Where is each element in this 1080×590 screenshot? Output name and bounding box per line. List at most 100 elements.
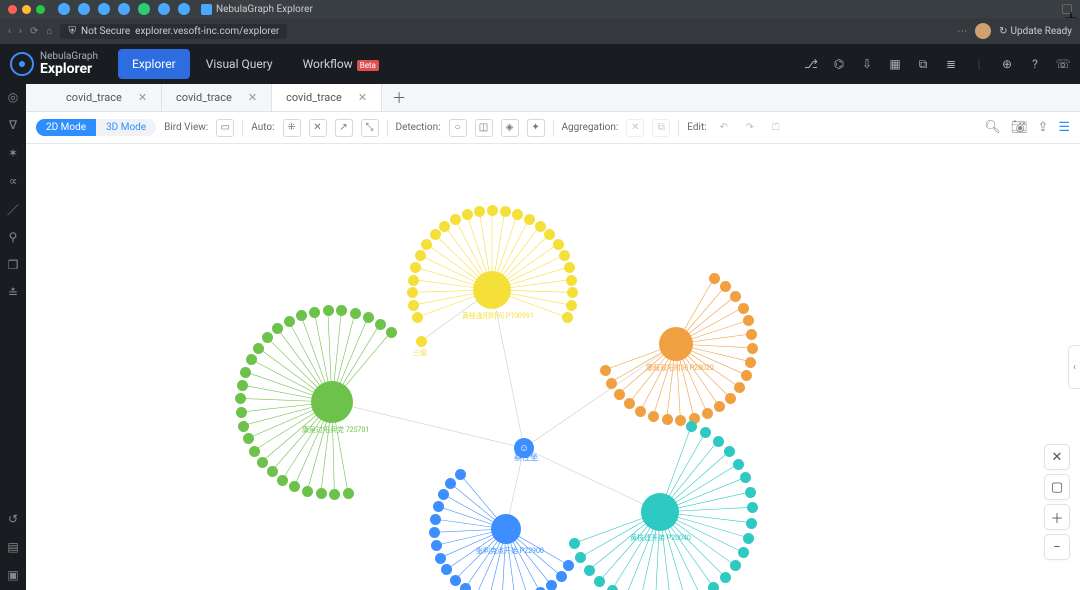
- satellite-node[interactable]: [575, 552, 586, 563]
- maximize-window-icon[interactable]: [36, 5, 45, 14]
- satellite-node[interactable]: [564, 262, 575, 273]
- doc-tab[interactable]: covid_trace✕: [162, 84, 272, 111]
- satellite-node[interactable]: [600, 365, 611, 376]
- satellite-node[interactable]: [474, 206, 485, 217]
- satellite-node[interactable]: [363, 312, 374, 323]
- nav-tab-visual-query[interactable]: Visual Query: [192, 49, 287, 79]
- satellite-node[interactable]: [386, 327, 397, 338]
- path-icon[interactable]: ／: [6, 202, 20, 216]
- satellite-node[interactable]: [246, 354, 257, 365]
- satellite-node[interactable]: [746, 329, 757, 340]
- satellite-node[interactable]: [686, 421, 697, 432]
- menu-icon[interactable]: ⋯: [957, 26, 967, 37]
- nav-tab-workflow[interactable]: WorkflowBeta: [289, 49, 393, 79]
- satellite-node[interactable]: [238, 421, 249, 432]
- satellite-node[interactable]: [430, 514, 441, 525]
- satellite-node[interactable]: [343, 488, 354, 499]
- cluster-hub-teal[interactable]: [641, 493, 679, 531]
- satellite-node[interactable]: [720, 572, 731, 583]
- detect-3[interactable]: ◈: [501, 119, 519, 137]
- satellite-node[interactable]: [439, 221, 450, 232]
- satellite-node[interactable]: [566, 300, 577, 311]
- satellite-node[interactable]: [289, 481, 300, 492]
- graph-canvas[interactable]: ‹ ✕ ▢ ＋ − ☺蔡住坐黄枝逢阳时间 P100991三级康既双阳时间 P28…: [26, 144, 1080, 590]
- satellite-node[interactable]: [240, 367, 251, 378]
- satellite-node[interactable]: [708, 582, 719, 590]
- satellite-node[interactable]: [249, 446, 260, 457]
- app-logo[interactable]: NebulaGraph Explorer: [10, 52, 98, 76]
- browser-tab-icon[interactable]: [58, 3, 70, 15]
- grid-icon[interactable]: ▦: [888, 57, 902, 71]
- reload-button[interactable]: ⟳: [30, 26, 38, 37]
- copy-icon[interactable]: ⧉: [916, 57, 930, 71]
- satellite-node[interactable]: [702, 408, 713, 419]
- close-tab-icon[interactable]: ✕: [358, 91, 367, 104]
- satellite-node[interactable]: [720, 281, 731, 292]
- detect-4[interactable]: ✦: [527, 119, 545, 137]
- hierarchy-icon[interactable]: ⌬: [832, 57, 846, 71]
- satellite-node[interactable]: [329, 489, 340, 500]
- satellite-node[interactable]: [408, 300, 419, 311]
- satellite-node[interactable]: [740, 472, 751, 483]
- help-icon[interactable]: ?: [1028, 57, 1042, 71]
- satellite-node[interactable]: [624, 398, 635, 409]
- right-panel-toggle[interactable]: ‹: [1068, 345, 1080, 389]
- satellite-node[interactable]: [415, 250, 426, 261]
- scope-icon[interactable]: ◎: [6, 90, 20, 104]
- zoom-in-button[interactable]: ＋: [1044, 504, 1070, 530]
- satellite-node[interactable]: [267, 466, 278, 477]
- cube-icon[interactable]: ❒: [6, 258, 20, 272]
- satellite-node[interactable]: [546, 580, 557, 590]
- search-icon[interactable]: 🔍︎: [984, 120, 1001, 135]
- satellite-node[interactable]: [559, 250, 570, 261]
- doc-tab[interactable]: covid_trace✕: [272, 84, 382, 111]
- new-tab-icon[interactable]: ＋: [1062, 4, 1072, 14]
- satellite-node[interactable]: [257, 457, 268, 468]
- browser-tab-icon[interactable]: [158, 3, 170, 15]
- close-tab-icon[interactable]: ✕: [248, 91, 257, 104]
- satellite-node[interactable]: [302, 486, 313, 497]
- satellite-node[interactable]: [635, 406, 646, 417]
- satellite-node[interactable]: [709, 273, 720, 284]
- satellite-node[interactable]: [730, 291, 741, 302]
- expand-icon[interactable]: ✶: [6, 146, 20, 160]
- add-tab-button[interactable]: ＋: [382, 88, 416, 108]
- satellite-node[interactable]: [747, 343, 758, 354]
- satellite-node[interactable]: [430, 229, 441, 240]
- cluster-hub-blue[interactable]: [491, 514, 521, 544]
- satellite-node[interactable]: [455, 469, 466, 480]
- satellite-node[interactable]: [435, 553, 446, 564]
- satellite-node[interactable]: [431, 540, 442, 551]
- clipboard-icon[interactable]: ▤: [6, 540, 20, 554]
- satellite-node[interactable]: [747, 502, 758, 513]
- satellite-node[interactable]: [487, 205, 498, 216]
- satellite-node[interactable]: [594, 576, 605, 587]
- satellite-node[interactable]: [253, 343, 264, 354]
- headset-icon[interactable]: ☏: [1056, 57, 1070, 71]
- satellite-node[interactable]: [606, 378, 617, 389]
- layers-icon[interactable]: ≣: [944, 57, 958, 71]
- cluster-hub-green[interactable]: [311, 381, 353, 423]
- doc-tab[interactable]: covid_trace✕: [52, 84, 162, 111]
- satellite-node[interactable]: [460, 583, 471, 590]
- browser-tab-icon[interactable]: [118, 3, 130, 15]
- auto-opt-2[interactable]: ✕: [309, 119, 327, 137]
- satellite-node[interactable]: [408, 275, 419, 286]
- satellite-node[interactable]: [544, 229, 555, 240]
- satellite-node[interactable]: [730, 560, 741, 571]
- close-tab-icon[interactable]: ✕: [138, 91, 147, 104]
- profile-avatar[interactable]: [975, 23, 991, 39]
- satellite-node[interactable]: [563, 560, 574, 571]
- satellite-node[interactable]: [700, 427, 711, 438]
- satellite-node[interactable]: [296, 310, 307, 321]
- redo-button[interactable]: ↷: [741, 119, 759, 137]
- satellite-node[interactable]: [350, 308, 361, 319]
- satellite-node[interactable]: [675, 415, 686, 426]
- browser-active-tab[interactable]: NebulaGraph Explorer: [201, 4, 313, 15]
- satellite-node[interactable]: [438, 489, 449, 500]
- terminal-icon[interactable]: ▣: [6, 568, 20, 582]
- browser-tab-icon[interactable]: [138, 3, 150, 15]
- satellite-node[interactable]: [450, 575, 461, 586]
- satellite-node[interactable]: [584, 565, 595, 576]
- download-icon[interactable]: ⇩: [860, 57, 874, 71]
